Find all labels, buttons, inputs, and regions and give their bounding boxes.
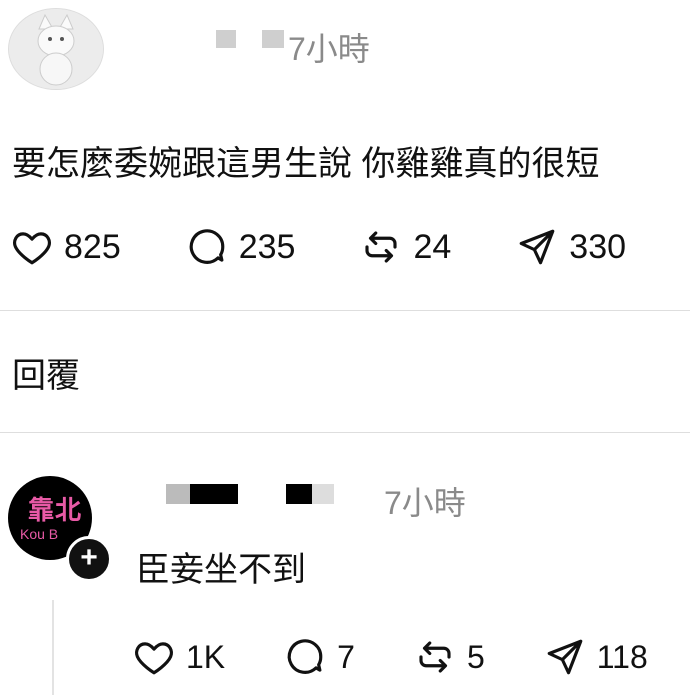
share-count: 330 xyxy=(569,227,627,266)
avatar-title: 靠北 xyxy=(28,495,83,525)
send-icon xyxy=(547,639,583,675)
post-actions: 825 235 24 330 xyxy=(10,226,626,268)
divider xyxy=(0,432,690,433)
repost-button[interactable]: 5 xyxy=(413,636,485,678)
reply-text: 臣妾坐不到 xyxy=(136,551,306,589)
post-text: 要怎麼委婉跟這男生說 你雞雞真的很短 xyxy=(12,145,600,183)
thread-line xyxy=(52,600,54,695)
comment-icon xyxy=(189,229,225,264)
reply-time: 7小時 xyxy=(384,485,466,521)
plus-icon: + xyxy=(80,541,98,574)
comment-count: 235 xyxy=(238,227,296,266)
repost-count: 24 xyxy=(413,227,452,266)
username-redacted xyxy=(286,484,312,504)
repost-icon xyxy=(419,641,451,673)
post-time: 7小時 xyxy=(288,31,370,67)
send-icon xyxy=(519,229,555,265)
comment-count: 7 xyxy=(337,638,355,675)
comment-icon xyxy=(287,639,323,674)
replies-heading: 回覆 xyxy=(12,357,80,395)
share-button[interactable]: 330 xyxy=(515,226,626,268)
cat-avatar-icon xyxy=(9,9,103,89)
comment-button[interactable]: 235 xyxy=(185,226,296,268)
username-redacted xyxy=(190,484,238,504)
avatar-subtitle: Kou B xyxy=(20,526,59,542)
like-count: 1K xyxy=(186,638,226,675)
username-redacted xyxy=(312,484,334,504)
repost-count: 5 xyxy=(466,638,485,675)
like-button[interactable]: 825 xyxy=(10,226,121,268)
divider xyxy=(0,310,690,311)
username-redacted xyxy=(262,30,284,48)
username-redacted xyxy=(216,30,236,48)
avatar[interactable] xyxy=(8,8,104,90)
like-button[interactable]: 1K xyxy=(132,636,225,678)
heart-icon xyxy=(13,232,51,265)
follow-plus-button[interactable]: + xyxy=(66,536,112,582)
username-redacted xyxy=(166,484,190,504)
like-count: 825 xyxy=(64,227,121,266)
share-count: 118 xyxy=(596,638,648,675)
heart-icon xyxy=(135,642,173,675)
comment-button[interactable]: 7 xyxy=(283,636,355,678)
share-button[interactable]: 118 xyxy=(543,636,648,678)
repost-icon xyxy=(365,231,398,263)
repost-button[interactable]: 24 xyxy=(359,226,451,268)
reply-actions: 1K 7 5 118 xyxy=(132,636,648,678)
